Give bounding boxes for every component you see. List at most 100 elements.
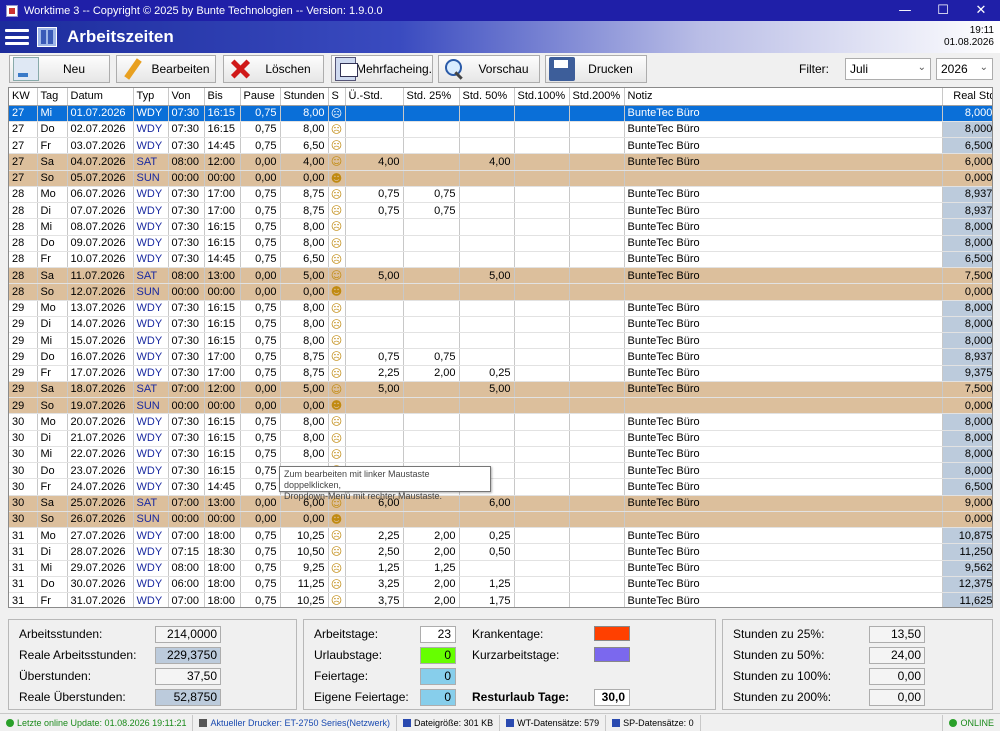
stunden-50-value: 24,00 — [869, 647, 925, 664]
column-header[interactable]: Datum — [67, 88, 134, 106]
table-cell — [403, 105, 460, 122]
table-row[interactable]: 29 Sa 18.07.2026 SAT 07:00 12:00 0,00 5,00 ☺ 5,00… — [9, 381, 992, 399]
new-button[interactable]: Neu — [9, 55, 110, 83]
table-row[interactable]: 30 Mo 20.07.2026 WDY 07:30 16:15 0,75 8,00 ☹ Bunt… — [9, 413, 992, 431]
table-row[interactable]: 28 Sa 11.07.2026 SAT 08:00 13:00 0,00 5,00 ☺ 5,00… — [9, 267, 992, 285]
table-row[interactable]: 30Do23.07.2026WDY07:3016:150,758,00☹Bunt… — [9, 462, 992, 480]
online-status-text: ONLINE — [960, 717, 994, 728]
preview-button[interactable]: Vorschau — [438, 55, 540, 83]
column-header[interactable]: Std.100% — [514, 88, 570, 106]
table-row[interactable]: 31 Di 28.07.2026 WDY 07:15 18:30 0,75 10,50 ☹ 2,5… — [9, 543, 992, 561]
month-select-value: Juli — [850, 62, 869, 76]
table-row[interactable]: 31 Fr 31.07.2026 WDY 07:00 18:00 0,75 10,25 ☹ 3,7… — [9, 592, 992, 607]
table-cell: 30.07.2026 — [67, 576, 134, 594]
table-cell — [514, 462, 570, 480]
table-row[interactable]: 29 Mi 15.07.2026 WDY 07:30 16:15 0,75 8,00 ☹ Bunt… — [9, 332, 992, 350]
table-cell: 00:00 — [168, 283, 205, 301]
table-cell: WDY — [133, 332, 169, 350]
table-row[interactable]: 28 Fr 10.07.2026 WDY 07:30 14:45 0,75 6,50 ☹ Bunt… — [9, 251, 992, 269]
table-cell — [403, 235, 460, 252]
table-row[interactable]: 30 So 26.07.2026 SUN 00:00 00:00 0,00 0,00 ☻ 0,00… — [9, 511, 992, 529]
print-button[interactable]: Drucken — [545, 55, 647, 83]
column-header[interactable]: Notiz — [624, 88, 943, 106]
table-cell: BunteTec Büro — [624, 316, 943, 334]
table-row[interactable]: 27 Mi 01.07.2026 WDY 07:30 16:15 0,75 8,00 ☹ Bunt… — [9, 105, 992, 122]
maximize-button[interactable]: ☐ — [924, 0, 962, 21]
table-row[interactable]: 28 Mi 08.07.2026 WDY 07:30 16:15 0,75 8,00 ☹ Bunt… — [9, 218, 992, 236]
table-cell: 12:00 — [204, 153, 241, 171]
new-document-icon — [13, 57, 39, 81]
table-row[interactable]: 31 Mi 29.07.2026 WDY 08:00 18:00 0,75 9,25 ☹ 1,25… — [9, 560, 992, 577]
reale-ueberstunden-value: 52,8750 — [155, 689, 221, 706]
delete-button[interactable]: Löschen — [223, 55, 324, 83]
mood-icon: ☹ — [328, 105, 346, 122]
table-cell: 27 — [9, 137, 38, 155]
table-row[interactable]: 29 Do 16.07.2026 WDY 07:30 17:00 0,75 8,75 ☹ 0,75… — [9, 348, 992, 366]
worktime-grid[interactable]: KW Tag Datum Typ Von Bis Pause Stunden S Ü.-Std. S… — [8, 87, 993, 608]
column-header[interactable]: Real Std. — [942, 88, 992, 106]
menu-icon[interactable] — [5, 27, 29, 47]
column-header[interactable]: Std. 50% — [459, 88, 515, 106]
table-row[interactable]: 27 Fr 03.07.2026 WDY 07:30 14:45 0,75 6,50 ☹ Bunt… — [9, 137, 992, 155]
column-header[interactable]: Pause — [240, 88, 281, 106]
wt-records-status: WT-Datensätze: 579 — [500, 714, 607, 731]
column-header[interactable]: Std. 25% — [403, 88, 460, 106]
online-status: ONLINE — [942, 714, 1000, 731]
year-select[interactable]: 2026 ⌄ — [936, 58, 993, 80]
column-header[interactable]: S — [328, 88, 346, 106]
table-cell — [345, 332, 404, 350]
column-header[interactable]: Ü.-Std. — [345, 88, 404, 106]
minimize-button[interactable]: — — [886, 0, 924, 21]
table-cell: 0,75 — [240, 478, 281, 496]
table-cell: 13:00 — [204, 495, 241, 512]
table-row[interactable]: 28 Do 09.07.2026 WDY 07:30 16:15 0,75 8,00 ☹ Bunt… — [9, 235, 992, 252]
column-header[interactable]: Bis — [204, 88, 241, 106]
table-row[interactable]: 27 So 05.07.2026 SUN 00:00 00:00 0,00 0,00 ☻ 0,00… — [9, 170, 992, 187]
table-cell: BunteTec Büro — [624, 413, 943, 431]
table-row[interactable]: 30 Mi 22.07.2026 WDY 07:30 16:15 0,75 8,00 ☹ Bunt… — [9, 446, 992, 464]
table-row[interactable]: 30 Sa 25.07.2026 SAT 07:00 13:00 0,00 6,00 ☺ 6,00… — [9, 495, 992, 512]
table-cell: 18:00 — [204, 560, 241, 577]
table-cell: 8,00 — [280, 446, 329, 464]
table-row[interactable]: 29 Mo 13.07.2026 WDY 07:30 16:15 0,75 8,00 ☹ Bunt… — [9, 300, 992, 317]
column-header[interactable]: Typ — [133, 88, 169, 106]
table-cell: 1,25 — [459, 576, 515, 594]
krankentage-label: Krankentage: — [472, 627, 544, 641]
table-cell: Sa — [37, 153, 68, 171]
mood-icon: ☹ — [328, 543, 346, 561]
column-header[interactable]: Std.200% — [569, 88, 625, 106]
table-cell: 0,75 — [240, 430, 281, 447]
month-select[interactable]: Juli ⌄ — [845, 58, 931, 80]
table-cell: 8,75 — [280, 202, 329, 220]
column-header[interactable]: Von — [168, 88, 205, 106]
resturlaub-label: Resturlaub Tage: — [472, 690, 570, 704]
table-row[interactable]: 28 Mo 06.07.2026 WDY 07:30 17:00 0,75 8,75 ☹ 0,75… — [9, 186, 992, 204]
column-header[interactable]: Stunden — [280, 88, 329, 106]
table-cell: 28.07.2026 — [67, 543, 134, 561]
table-cell — [459, 348, 515, 366]
table-row[interactable]: 30Fr24.07.2026WDY07:3014:450,756,50☹Bunt… — [9, 478, 992, 496]
table-row[interactable]: 27 Do 02.07.2026 WDY 07:30 16:15 0,75 8,00 ☹ Bunt… — [9, 121, 992, 139]
table-row[interactable]: 28 So 12.07.2026 SUN 00:00 00:00 0,00 0,00 ☻ 0,00… — [9, 283, 992, 301]
table-cell: WDY — [133, 300, 169, 317]
table-row[interactable]: 31 Mo 27.07.2026 WDY 07:00 18:00 0,75 10,25 ☹ 2,2… — [9, 527, 992, 545]
table-row[interactable]: 27 Sa 04.07.2026 SAT 08:00 12:00 0,00 4,00 ☺ 4,00… — [9, 153, 992, 171]
table-row[interactable]: 29 Di 14.07.2026 WDY 07:30 16:15 0,75 8,00 ☹ Bunt… — [9, 316, 992, 334]
table-row[interactable]: 29 Fr 17.07.2026 WDY 07:30 17:00 0,75 8,75 ☹ 2,25… — [9, 365, 992, 382]
multi-entry-button[interactable]: Mehrfacheing. — [331, 55, 433, 83]
table-row[interactable]: 29 So 19.07.2026 SUN 00:00 00:00 0,00 0,00 ☻ 0,00… — [9, 397, 992, 415]
mood-icon: ☻ — [328, 283, 346, 301]
table-cell: 7,5000 — [942, 267, 992, 285]
table-cell: 27 — [9, 153, 38, 171]
table-row[interactable]: 30 Di 21.07.2026 WDY 07:30 16:15 0,75 8,00 ☹ Bunt… — [9, 430, 992, 447]
table-row[interactable]: 28 Di 07.07.2026 WDY 07:30 17:00 0,75 8,75 ☹ 0,75… — [9, 202, 992, 220]
table-row[interactable]: 31 Do 30.07.2026 WDY 06:00 18:00 0,75 11,25 ☹ 3,2… — [9, 576, 992, 594]
column-header[interactable]: Tag — [37, 88, 68, 106]
table-cell: 8,0000 — [942, 105, 992, 122]
column-header[interactable]: KW — [9, 88, 38, 106]
table-cell: WDY — [133, 430, 169, 447]
close-button[interactable]: ✕ — [962, 0, 1000, 21]
table-cell — [569, 560, 625, 577]
edit-button[interactable]: Bearbeiten — [116, 55, 216, 83]
print-button-label: Drucken — [588, 62, 633, 76]
